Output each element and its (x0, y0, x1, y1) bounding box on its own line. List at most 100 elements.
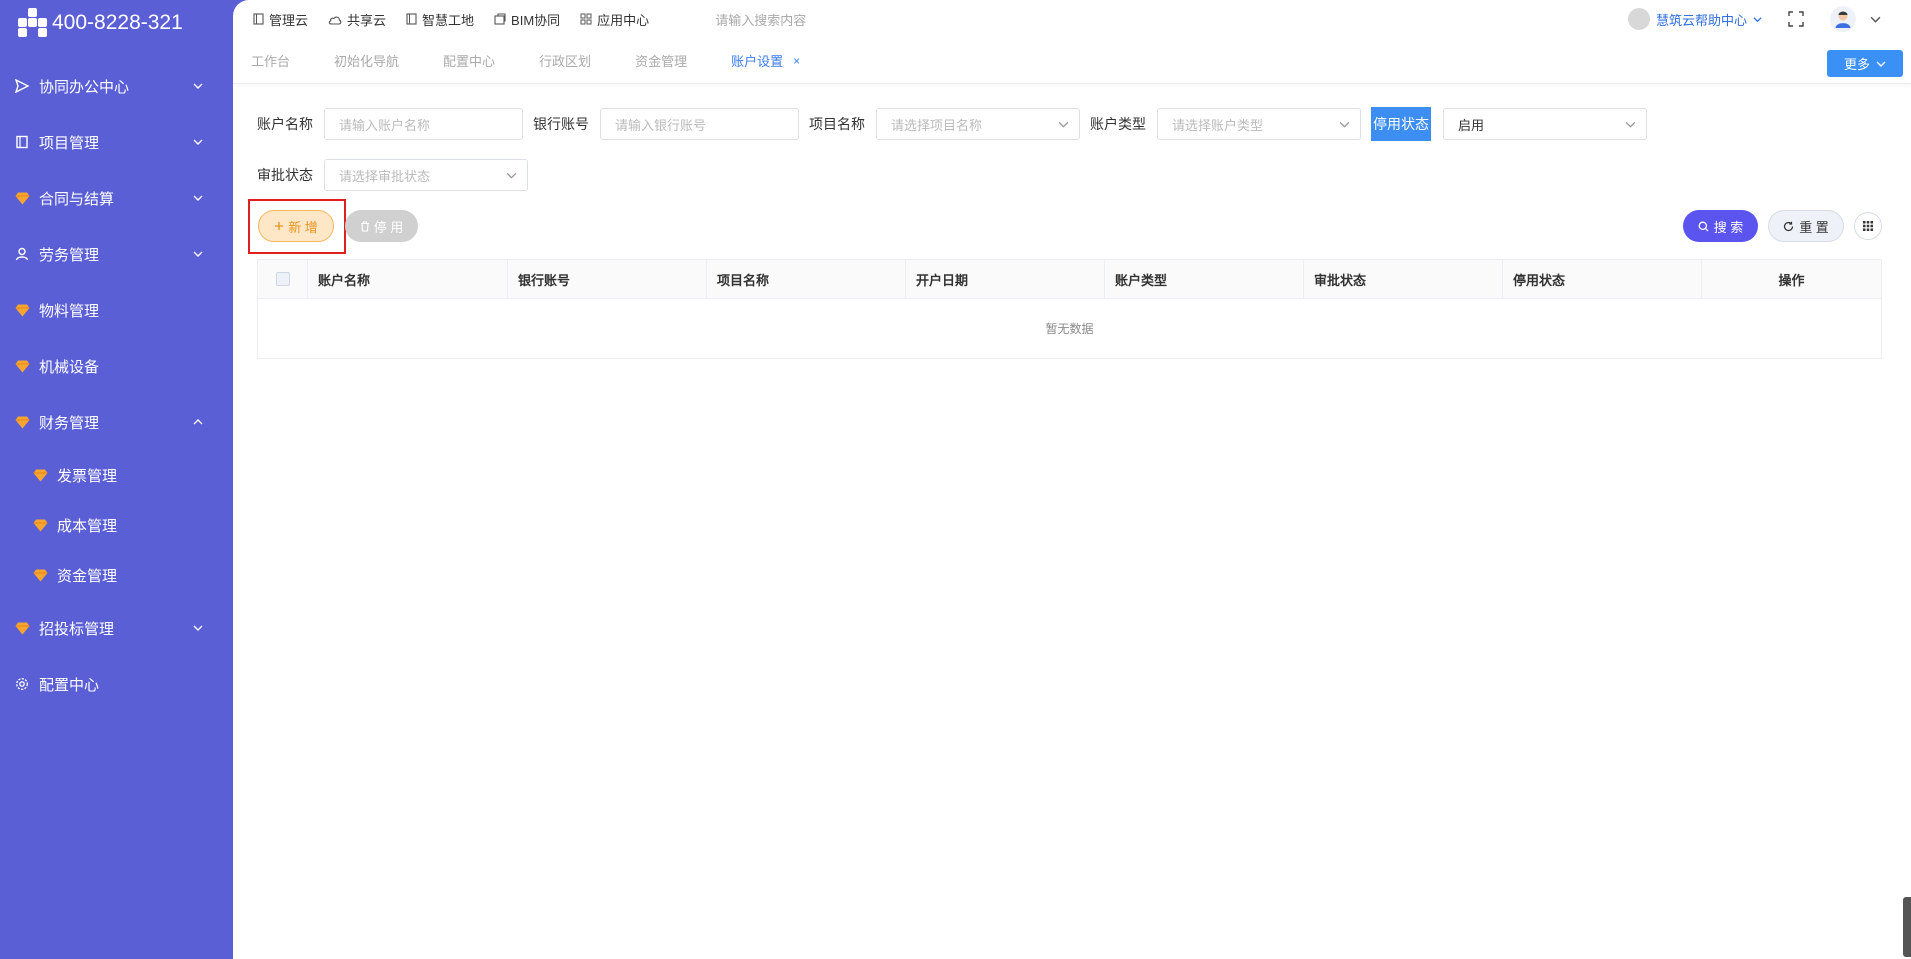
filter-row-1: 账户名称 请输入账户名称 银行账号 请输入银行账号 项目名称 请选择项目名称 账… (257, 107, 1887, 141)
top-nav-label: 智慧工地 (422, 12, 475, 28)
gem-icon (14, 190, 30, 206)
account-name-input[interactable]: 请输入账户名称 (324, 108, 523, 140)
sidebar-item-machinery[interactable]: 机械设备 (0, 338, 233, 394)
sidebar-item-label: 配置中心 (39, 676, 100, 694)
disable-status-select[interactable]: 启用 (1443, 108, 1647, 140)
account-type-label: 账户类型 (1090, 116, 1146, 132)
sidebar-item-invoice[interactable]: 发票管理 (0, 450, 233, 500)
chevron-down-icon (1058, 121, 1069, 128)
sidebar-item-bidding[interactable]: 招投标管理 (0, 600, 233, 656)
column-header[interactable]: 账户类型 (1105, 260, 1304, 298)
disable-button[interactable]: 停 用 (345, 210, 418, 242)
more-button[interactable]: 更多 (1827, 50, 1903, 77)
sidebar-item-collab-office[interactable]: 协同办公中心 (0, 58, 233, 114)
select-placeholder: 请选择审批状态 (339, 168, 431, 184)
gem-icon (14, 358, 30, 374)
gem-icon (32, 567, 48, 583)
gem-icon (14, 620, 30, 636)
column-header: 操作 (1778, 272, 1805, 288)
top-nav-share-cloud[interactable]: 共享云 (328, 10, 386, 29)
add-button[interactable]: 新 增 (258, 210, 334, 242)
sidebar-item-labor[interactable]: 劳务管理 (0, 226, 233, 282)
column-header[interactable]: 审批状态 (1304, 260, 1503, 298)
select-all-checkbox[interactable] (275, 272, 290, 286)
top-nav-bim[interactable]: BIM协同 (494, 10, 560, 29)
column-header[interactable]: 项目名称 (707, 260, 906, 298)
sidebar-item-label: 合同与结算 (39, 190, 115, 208)
column-header[interactable]: 银行账号 (508, 260, 707, 298)
chevron-down-icon (193, 251, 203, 257)
box-icon (494, 13, 506, 25)
grid-dots-icon (1863, 221, 1873, 231)
top-nav-label: BIM协同 (511, 12, 561, 28)
tab-account-settings[interactable]: 账户设置 × (731, 51, 800, 70)
top-right-tools: 慧筑云帮助中心 (1627, 0, 1881, 38)
logo[interactable]: 400-8228-321 (0, 0, 233, 46)
column-header[interactable]: 开户日期 (906, 260, 1105, 298)
hotline-number: 400-8228-321 (52, 11, 183, 34)
account-type-select[interactable]: 请选择账户类型 (1157, 108, 1361, 140)
page-tabs: 工作台 初始化导航 配置中心 行政区划 资金管理 账户设置 × 更多 (233, 38, 1911, 84)
tab-label: 账户设置 (731, 54, 784, 69)
sidebar-item-cost[interactable]: 成本管理 (0, 500, 233, 550)
chevron-down-icon (193, 83, 203, 89)
bank-account-label: 银行账号 (533, 116, 589, 132)
grid-icon (580, 13, 592, 25)
tab-workbench[interactable]: 工作台 (251, 51, 290, 70)
tab-config-center[interactable]: 配置中心 (443, 51, 495, 70)
filter-form: 账户名称 请输入账户名称 银行账号 请输入银行账号 项目名称 请选择项目名称 账… (257, 107, 1887, 210)
book-icon (406, 13, 417, 25)
column-settings-button[interactable] (1854, 212, 1882, 240)
gear-icon (14, 676, 30, 692)
select-placeholder: 请选择项目名称 (891, 117, 983, 133)
refresh-icon (1784, 221, 1794, 231)
top-nav: 管理云 共享云 智慧工地 BIM协同 应用中心 (253, 10, 649, 29)
sidebar-item-label: 机械设备 (39, 358, 100, 376)
help-logo-icon (1627, 8, 1650, 30)
column-header[interactable]: 停用状态 (1503, 260, 1702, 298)
chevron-down-icon (1876, 61, 1886, 67)
search-button-label: 搜 索 (1713, 219, 1744, 235)
search-button[interactable]: 搜 索 (1683, 210, 1758, 242)
tab-fund-management[interactable]: 资金管理 (635, 51, 687, 70)
approval-status-select[interactable]: 请选择审批状态 (324, 159, 528, 191)
top-bar: 管理云 共享云 智慧工地 BIM协同 应用中心 请输入搜索内容 慧筑云帮助中心 (233, 0, 1911, 38)
search-icon (1698, 221, 1709, 231)
sidebar-item-funds[interactable]: 资金管理 (0, 550, 233, 600)
sidebar-item-label: 协同办公中心 (39, 78, 130, 96)
sidebar-item-contract[interactable]: 合同与结算 (0, 170, 233, 226)
top-nav-management-cloud[interactable]: 管理云 (253, 10, 308, 29)
help-center-link[interactable]: 慧筑云帮助中心 (1627, 8, 1762, 30)
bank-account-input[interactable]: 请输入银行账号 (600, 108, 799, 140)
accounts-table: 账户名称 银行账号 项目名称 开户日期 账户类型 审批状态 停用状态 操作 暂无… (257, 259, 1882, 359)
reset-button-label: 重 置 (1799, 219, 1829, 235)
scrollbar-handle[interactable] (1903, 897, 1911, 957)
finance-submenu: 发票管理 成本管理 资金管理 (0, 450, 233, 600)
close-icon[interactable]: × (793, 54, 800, 68)
sidebar-menu-after: 招投标管理 配置中心 (0, 600, 233, 712)
global-search-input[interactable]: 请输入搜索内容 (715, 10, 806, 29)
sidebar-item-finance[interactable]: 财务管理 (0, 394, 233, 450)
user-avatar-icon (1835, 11, 1851, 28)
sidebar-item-project[interactable]: 项目管理 (0, 114, 233, 170)
user-icon (14, 246, 30, 262)
top-nav-smart-site[interactable]: 智慧工地 (406, 10, 474, 29)
tab-admin-division[interactable]: 行政区划 (539, 51, 591, 70)
column-header[interactable]: 账户名称 (308, 260, 508, 298)
select-value: 启用 (1458, 117, 1485, 133)
book-icon (14, 134, 30, 150)
filter-row-2: 审批状态 请选择审批状态 (257, 159, 1887, 191)
project-name-select[interactable]: 请选择项目名称 (876, 108, 1080, 140)
top-nav-app-center[interactable]: 应用中心 (580, 10, 649, 29)
user-menu[interactable] (1830, 6, 1881, 32)
project-name-label: 项目名称 (809, 116, 865, 132)
reset-button[interactable]: 重 置 (1768, 210, 1844, 242)
chevron-down-icon (1625, 121, 1636, 128)
sidebar-item-material[interactable]: 物料管理 (0, 282, 233, 338)
sidebar-item-config[interactable]: 配置中心 (0, 656, 233, 712)
chevron-down-icon (1870, 16, 1881, 23)
fullscreen-icon[interactable] (1788, 11, 1804, 27)
gem-icon (32, 467, 48, 483)
tab-init-nav[interactable]: 初始化导航 (334, 51, 399, 70)
sidebar-menu: 协同办公中心 项目管理 合同与结算 劳务管理 物料管理 机械设备 财务管理 (0, 58, 233, 450)
